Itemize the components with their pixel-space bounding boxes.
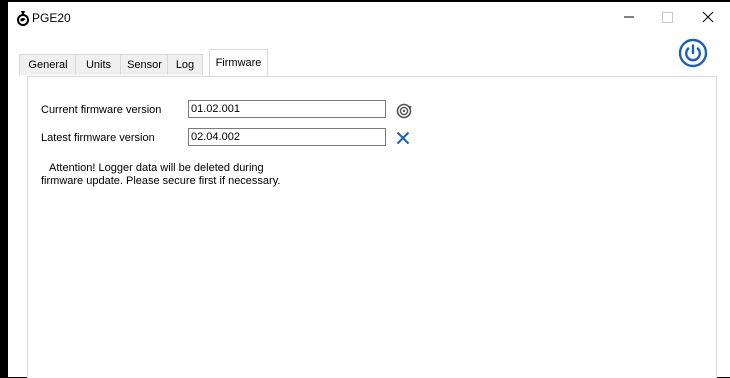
current-firmware-label: Current firmware version	[41, 104, 162, 116]
app-window: PGE20 General Units Sensor Log Firmware …	[8, 2, 730, 378]
tab-sensor[interactable]: Sensor	[120, 54, 169, 75]
attention-message-line1: Attention! Logger data will be deleted d…	[49, 162, 264, 174]
attention-message: Attention! Logger data will be deleted d…	[41, 162, 280, 188]
close-button[interactable]	[690, 2, 726, 32]
tab-units[interactable]: Units	[75, 54, 122, 75]
tab-log[interactable]: Log	[167, 54, 203, 75]
latest-firmware-label: Latest firmware version	[41, 132, 155, 144]
minimize-button[interactable]	[611, 2, 647, 32]
title-bar[interactable]: PGE20	[8, 2, 730, 32]
minimize-icon	[624, 16, 634, 18]
power-icon[interactable]	[678, 38, 708, 68]
tab-firmware[interactable]: Firmware	[209, 49, 268, 76]
app-icon	[17, 11, 29, 26]
latest-firmware-field[interactable]	[188, 128, 386, 146]
maximize-button[interactable]	[649, 2, 685, 32]
firmware-panel	[27, 76, 717, 378]
tab-general[interactable]: General	[19, 54, 77, 75]
maximize-icon	[661, 11, 673, 23]
x-icon[interactable]	[396, 131, 410, 145]
window-title: PGE20	[32, 11, 71, 25]
attention-message-line2: firmware update. Please secure first if …	[41, 175, 281, 187]
current-firmware-field[interactable]	[188, 100, 386, 118]
close-icon	[702, 11, 714, 23]
refresh-icon[interactable]	[396, 103, 412, 119]
